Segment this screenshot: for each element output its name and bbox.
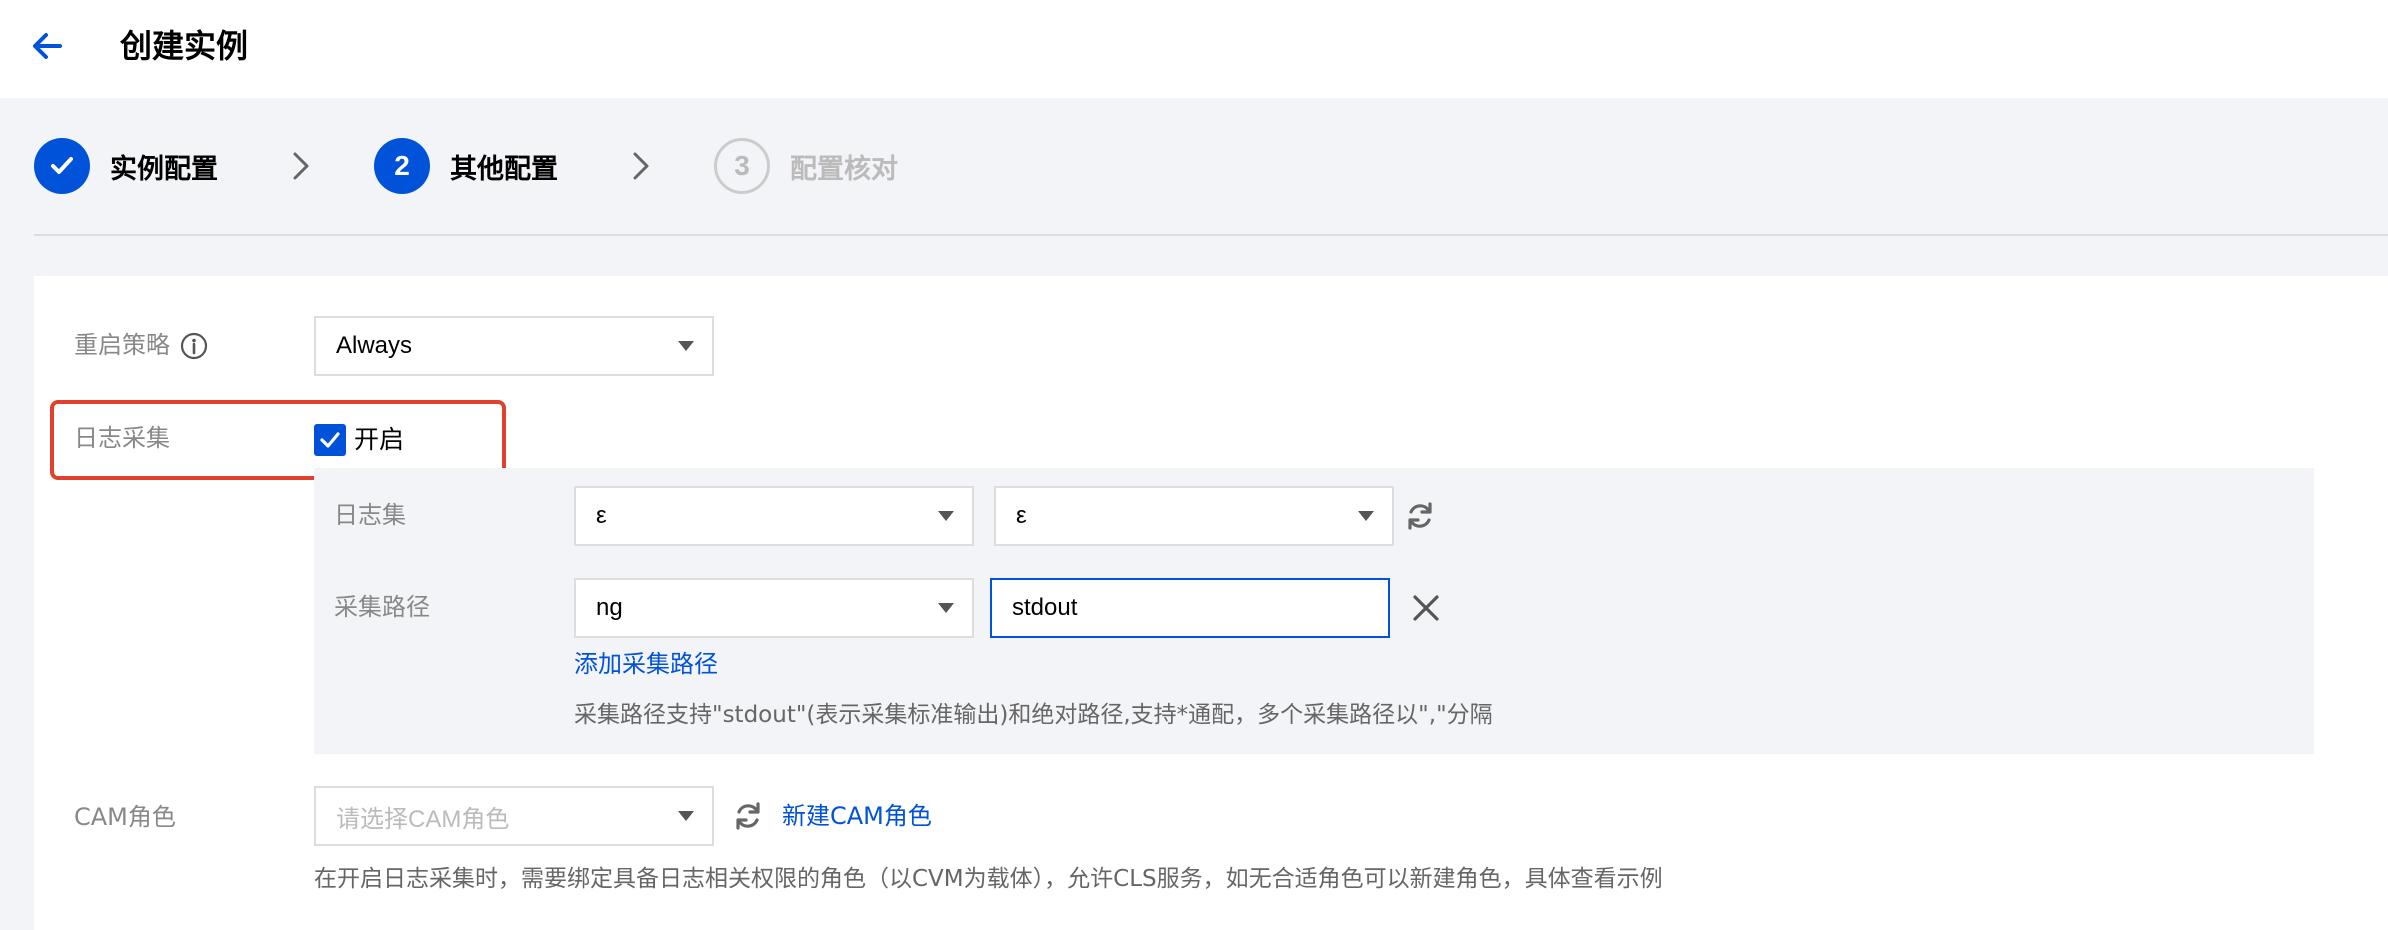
collection-path-input[interactable] (990, 578, 1390, 638)
cam-role-label: CAM角色 (74, 803, 176, 831)
check-icon (320, 432, 340, 448)
collection-path-label: 采集路径 (334, 593, 430, 621)
step-number: 2 (374, 138, 430, 194)
info-icon[interactable] (180, 332, 208, 360)
restart-policy-label: 重启策略 (74, 330, 208, 360)
logtopic-value: ε (1016, 502, 1027, 529)
caret-down-icon (938, 603, 954, 613)
step-config-review[interactable]: 3 配置核对 (714, 138, 898, 194)
caret-down-icon (1358, 511, 1374, 521)
logtopic-select[interactable]: ε (994, 486, 1394, 546)
step-number: 3 (714, 138, 770, 194)
log-collection-checkbox[interactable] (314, 424, 346, 456)
container-select[interactable]: ng (574, 578, 974, 638)
step-instance-config[interactable]: 实例配置 (34, 138, 218, 194)
log-collection-label: 日志采集 (74, 424, 170, 452)
add-collection-path-link[interactable]: 添加采集路径 (574, 649, 718, 679)
step-label: 实例配置 (110, 153, 218, 185)
step-done-circle (34, 138, 90, 194)
divider (34, 234, 2388, 236)
restart-policy-select[interactable]: Always (314, 316, 714, 376)
page-title: 创建实例 (120, 27, 249, 65)
close-icon[interactable] (1410, 592, 1442, 624)
logset-select[interactable]: ε (574, 486, 974, 546)
caret-down-icon (938, 511, 954, 521)
step-label: 其他配置 (450, 153, 558, 185)
chevron-right-icon (633, 152, 649, 180)
cam-role-hint: 在开启日志采集时，需要绑定具备日志相关权限的角色（以CVM为载体），允许CLS服… (314, 866, 1663, 892)
cam-role-select[interactable]: 请选择CAM角色 (314, 786, 714, 846)
arrow-left-icon[interactable] (30, 28, 66, 64)
logset-label: 日志集 (334, 501, 406, 529)
caret-down-icon (678, 341, 694, 351)
new-cam-role-link[interactable]: 新建CAM角色 (782, 801, 932, 831)
restart-policy-value: Always (336, 332, 413, 359)
top-bar: 创建实例 (0, 0, 2388, 98)
step-other-config[interactable]: 2 其他配置 (374, 138, 558, 194)
step-indicator: 实例配置 2 其他配置 3 配置核对 (0, 98, 2388, 236)
logset-value: ε (596, 502, 607, 529)
container-value: ng (596, 594, 623, 621)
chevron-right-icon (293, 152, 309, 180)
caret-down-icon (678, 811, 694, 821)
collection-path-hint: 采集路径支持"stdout"(表示采集标准输出)和绝对路径,支持*通配，多个采集… (574, 702, 1493, 728)
restart-policy-label-text: 重启策略 (74, 331, 170, 359)
refresh-icon[interactable] (732, 800, 764, 832)
step-label: 配置核对 (790, 153, 898, 185)
cam-role-placeholder: 请选择CAM角色 (336, 805, 510, 833)
check-icon (51, 157, 73, 174)
log-collection-checkbox-label[interactable]: 开启 (354, 424, 404, 456)
refresh-icon[interactable] (1404, 500, 1436, 532)
